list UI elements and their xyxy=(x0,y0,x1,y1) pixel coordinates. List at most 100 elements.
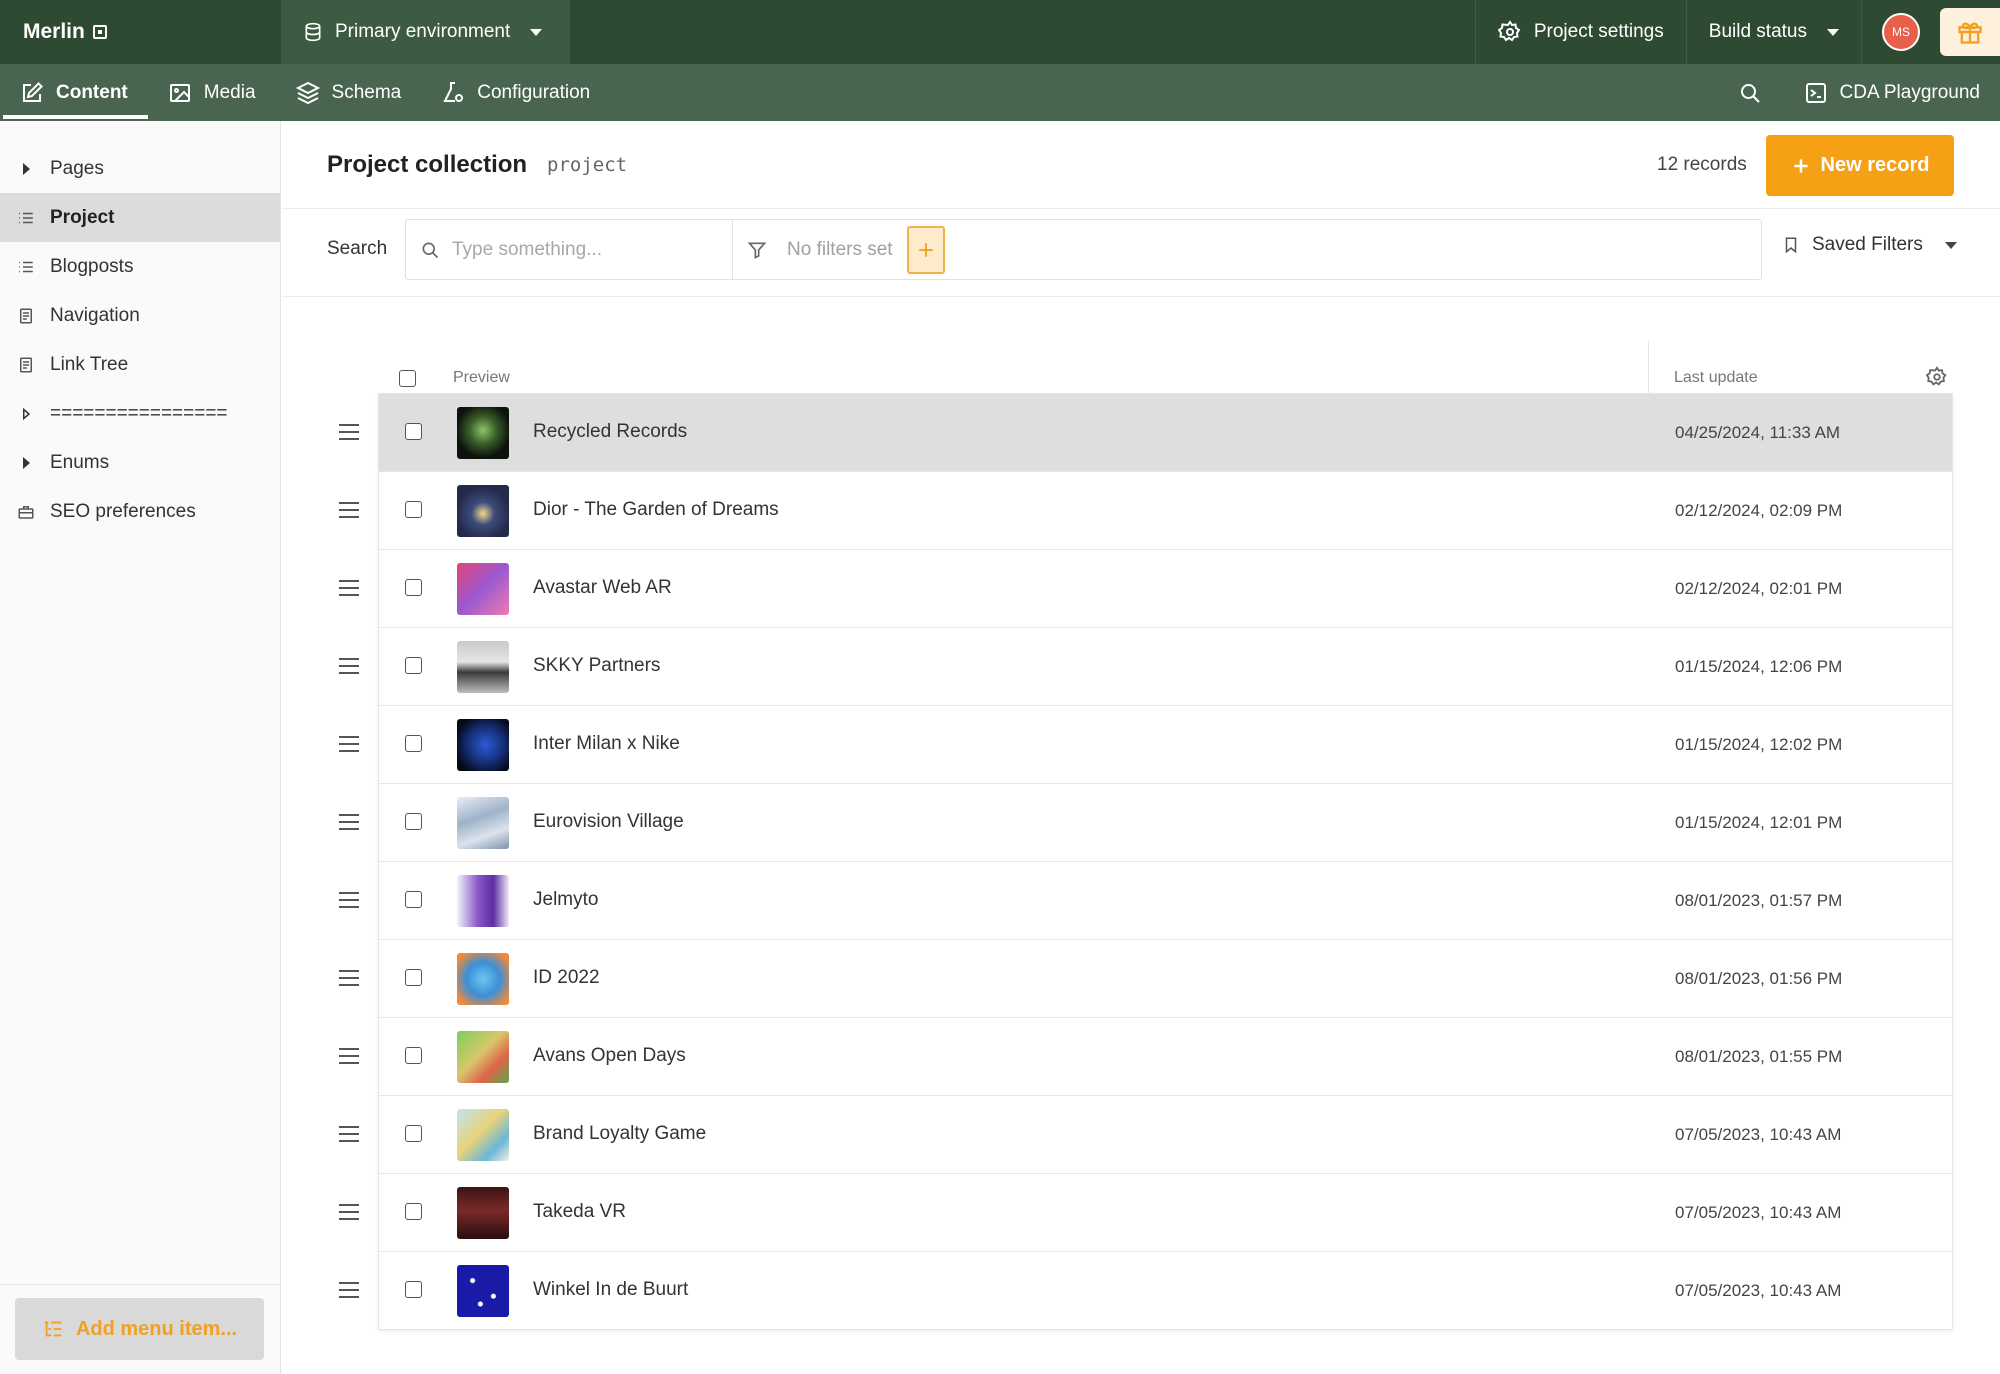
edit-icon xyxy=(23,81,43,102)
table-row[interactable]: Dior - The Garden of Dreams 02/12/2024, … xyxy=(339,471,1953,549)
document-icon xyxy=(20,357,32,372)
project-settings-button[interactable]: Project settings xyxy=(1474,0,1686,64)
triangle-right-icon xyxy=(22,162,30,175)
table-row[interactable]: Brand Loyalty Game 07/05/2023, 10:43 AM xyxy=(339,1095,1953,1173)
drag-handle-icon[interactable] xyxy=(339,580,359,596)
column-header-last-update[interactable]: Last update xyxy=(1674,369,1758,387)
record-title: Recycled Records xyxy=(533,421,688,442)
record-title: Inter Milan x Nike xyxy=(533,733,680,754)
tab-content-label: Content xyxy=(56,81,128,103)
drag-handle-icon[interactable] xyxy=(339,1282,359,1298)
document-icon xyxy=(20,308,32,323)
search-input[interactable] xyxy=(452,238,712,261)
row-checkbox[interactable] xyxy=(405,813,422,830)
add-filter-button[interactable] xyxy=(906,225,945,274)
gift-button[interactable] xyxy=(1940,8,2000,56)
column-settings-button[interactable] xyxy=(1925,366,1948,393)
page-title: Project collection xyxy=(327,151,528,178)
sidebar-item-pages[interactable]: Pages xyxy=(0,144,280,193)
tab-configuration[interactable]: Configuration xyxy=(421,64,610,121)
row-checkbox[interactable] xyxy=(405,423,422,440)
thumbnail xyxy=(457,563,509,615)
table-row[interactable]: Recycled Records 04/25/2024, 11:33 AM xyxy=(339,393,1953,471)
drag-handle-icon[interactable] xyxy=(339,970,359,986)
drag-handle-icon[interactable] xyxy=(339,892,359,908)
thumbnail xyxy=(457,1265,509,1317)
chevron-down-icon xyxy=(1827,28,1839,36)
record-title: Jelmyto xyxy=(533,889,599,910)
row-checkbox[interactable] xyxy=(405,891,422,908)
drag-handle-icon[interactable] xyxy=(339,736,359,752)
sidebar-item-link-tree[interactable]: Link Tree xyxy=(0,340,280,389)
table-row[interactable]: Avastar Web AR 02/12/2024, 02:01 PM xyxy=(339,549,1953,627)
record-date: 04/25/2024, 11:33 AM xyxy=(1675,423,1841,442)
sidebar-item-project[interactable]: Project xyxy=(0,193,280,242)
tree-list-icon xyxy=(44,1321,62,1337)
sidebar-item-label: Link Tree xyxy=(50,353,129,375)
avatar[interactable]: MS xyxy=(1882,13,1920,51)
table-row[interactable]: Jelmyto 08/01/2023, 01:57 PM xyxy=(339,861,1953,939)
select-all-checkbox[interactable] xyxy=(399,370,416,387)
record-date: 07/05/2023, 10:43 AM xyxy=(1675,1203,1842,1222)
sidebar-item-navigation[interactable]: Navigation xyxy=(0,291,280,340)
row-checkbox[interactable] xyxy=(405,501,422,518)
drag-handle-icon[interactable] xyxy=(339,1204,359,1220)
table-row[interactable]: Takeda VR 07/05/2023, 10:43 AM xyxy=(339,1173,1953,1251)
row-checkbox[interactable] xyxy=(405,1125,422,1142)
external-link-icon[interactable] xyxy=(92,25,107,39)
add-menu-item-label: Add menu item... xyxy=(75,1317,238,1340)
row-checkbox[interactable] xyxy=(405,579,422,596)
drag-handle-icon[interactable] xyxy=(339,502,359,518)
filter-area[interactable]: No filters set xyxy=(733,225,945,274)
layers-icon xyxy=(295,81,320,104)
table-row[interactable]: Inter Milan x Nike 01/15/2024, 12:02 PM xyxy=(339,705,1953,783)
column-header-preview[interactable]: Preview xyxy=(453,369,510,387)
row-checkbox[interactable] xyxy=(405,1203,422,1220)
drag-handle-icon[interactable] xyxy=(339,658,359,674)
list-icon xyxy=(19,261,33,272)
sidebar-item-enums[interactable]: Enums xyxy=(0,438,280,487)
drag-handle-icon[interactable] xyxy=(339,1126,359,1142)
drag-handle-icon[interactable] xyxy=(339,814,359,830)
tab-content[interactable]: Content xyxy=(0,64,148,121)
saved-filters-dropdown[interactable]: Saved Filters xyxy=(1782,234,1957,256)
drag-handle-icon[interactable] xyxy=(339,1048,359,1064)
sidebar-footer: Add menu item... xyxy=(0,1284,280,1374)
thumbnail xyxy=(457,1109,509,1161)
thumbnail xyxy=(457,719,509,771)
sidebar-item-blogposts[interactable]: Blogposts xyxy=(0,242,280,291)
row-checkbox[interactable] xyxy=(405,1281,422,1298)
record-title: Avans Open Days xyxy=(533,1045,686,1066)
user-menu[interactable]: MS xyxy=(1861,0,1940,64)
add-menu-item-button[interactable]: Add menu item... xyxy=(15,1298,264,1360)
drag-handle-icon[interactable] xyxy=(339,424,359,440)
project-brand[interactable]: Merlin xyxy=(0,0,281,64)
global-search-button[interactable] xyxy=(1716,64,1784,121)
thumbnail xyxy=(457,1031,509,1083)
cda-playground-button[interactable]: CDA Playground xyxy=(1784,64,2000,121)
sidebar-item-separator-group[interactable]: ================ xyxy=(0,389,280,438)
list-icon xyxy=(19,212,33,223)
table-row[interactable]: SKKY Partners 01/15/2024, 12:06 PM xyxy=(339,627,1953,705)
main-content: Project collection project 12 records Ne… xyxy=(282,121,2000,1374)
environment-switcher[interactable]: Primary environment xyxy=(281,0,570,64)
table-row[interactable]: Avans Open Days 08/01/2023, 01:55 PM xyxy=(339,1017,1953,1095)
build-status-button[interactable]: Build status xyxy=(1685,0,1861,64)
gear-icon xyxy=(1497,20,1521,42)
new-record-button[interactable]: New record xyxy=(1766,135,1954,196)
tab-media[interactable]: Media xyxy=(148,64,276,121)
tab-schema[interactable]: Schema xyxy=(276,64,422,121)
table-row[interactable]: Winkel In de Buurt 07/05/2023, 10:43 AM xyxy=(339,1251,1953,1329)
row-checkbox[interactable] xyxy=(405,735,422,752)
row-checkbox[interactable] xyxy=(405,969,422,986)
row-checkbox[interactable] xyxy=(405,1047,422,1064)
sidebar-item-seo-preferences[interactable]: SEO preferences xyxy=(0,487,280,536)
table-row[interactable]: ID 2022 08/01/2023, 01:56 PM xyxy=(339,939,1953,1017)
record-date: 01/15/2024, 12:06 PM xyxy=(1675,657,1843,676)
record-date: 01/15/2024, 12:02 PM xyxy=(1675,735,1843,754)
sidebar-item-label: ================ xyxy=(50,402,228,424)
bookmark-icon xyxy=(1785,237,1797,254)
row-checkbox[interactable] xyxy=(405,657,422,674)
record-title: Winkel In de Buurt xyxy=(533,1279,689,1300)
table-row[interactable]: Eurovision Village 01/15/2024, 12:01 PM xyxy=(339,783,1953,861)
